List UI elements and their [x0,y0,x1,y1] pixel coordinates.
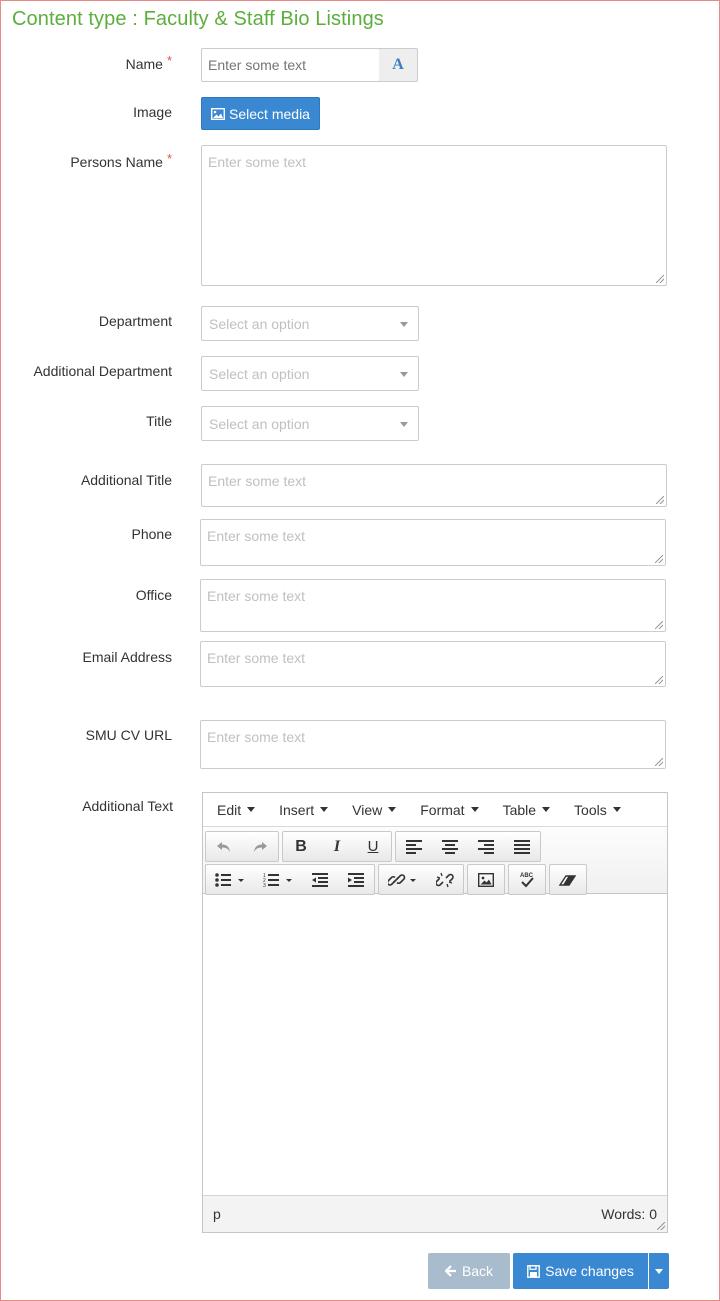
align-center-icon[interactable] [432,832,468,861]
align-right-icon[interactable] [468,832,504,861]
resize-grip[interactable] [657,1222,665,1230]
menu-tools[interactable]: Tools [564,802,631,818]
outdent-icon[interactable] [302,865,338,894]
chevron-down-icon [655,1269,663,1274]
redo-icon[interactable] [242,832,278,861]
word-count: Words: 0 [601,1206,657,1222]
additional-department-select[interactable]: Select an option [201,356,419,391]
name-input[interactable] [201,48,380,82]
chevron-down-icon [247,807,256,812]
chevron-down-icon [400,421,408,427]
arrow-left-icon [444,1265,457,1277]
editor-content-area[interactable] [203,894,667,1195]
underline-icon[interactable]: U [355,832,391,861]
rich-text-editor: Edit Insert View Format Table Tools B I … [202,792,668,1233]
title-label: Title [146,413,172,429]
align-justify-icon[interactable] [504,832,540,861]
back-button[interactable]: Back [428,1253,510,1289]
resize-grip[interactable] [655,555,663,563]
menu-view[interactable]: View [342,802,406,818]
font-icon[interactable]: A [379,48,418,82]
chevron-down-icon [612,807,621,812]
menu-table[interactable]: Table [493,802,560,818]
office-label: Office [135,587,172,603]
office-textarea[interactable]: Enter some text [200,579,666,632]
select-media-button[interactable]: Select media [201,97,320,130]
editor-statusbar: p Words: 0 [203,1195,667,1232]
svg-text:3: 3 [263,883,266,888]
required-mark: * [166,151,172,166]
image-label: Image [133,104,172,120]
department-select[interactable]: Select an option [201,306,419,341]
numbered-list-icon[interactable]: 123 [254,865,302,894]
image-icon[interactable] [468,865,504,894]
persons-name-label: Persons Name * [70,151,172,170]
persons-name-textarea[interactable]: Enter some text [201,145,667,286]
additional-title-textarea[interactable]: Enter some text [201,464,667,507]
eraser-icon[interactable] [550,865,586,894]
save-icon [527,1264,541,1278]
chevron-down-icon [542,807,551,812]
menu-format[interactable]: Format [410,802,488,818]
undo-icon[interactable] [206,832,242,861]
chevron-down-icon [400,321,408,327]
resize-grip[interactable] [655,621,663,629]
resize-grip[interactable] [656,275,664,283]
chevron-down-icon [320,807,329,812]
additional-text-label: Additional Text [82,798,173,814]
bullet-list-icon[interactable] [206,865,254,894]
spellcheck-icon[interactable]: ABC [509,865,545,894]
resize-grip[interactable] [655,676,663,684]
menu-edit[interactable]: Edit [207,802,265,818]
email-label: Email Address [82,649,172,665]
menu-insert[interactable]: Insert [269,802,338,818]
align-left-icon[interactable] [396,832,432,861]
italic-icon[interactable]: I [319,832,355,861]
resize-grip[interactable] [655,758,663,766]
indent-icon[interactable] [338,865,374,894]
cv-url-label: SMU CV URL [85,727,172,743]
save-options-dropdown[interactable] [649,1253,669,1289]
phone-label: Phone [131,526,172,542]
chevron-down-icon [388,807,397,812]
department-label: Department [98,313,172,329]
chevron-down-icon [400,371,408,377]
editor-toolbar: B I U 1 2 3 ABC [203,827,667,895]
editor-menubar: Edit Insert View Format Table Tools [203,793,667,827]
phone-textarea[interactable]: Enter some text [200,519,666,566]
required-mark: * [166,53,172,68]
additional-title-label: Additional Title [80,472,172,488]
resize-grip[interactable] [656,496,664,504]
save-changes-button[interactable]: Save changes [513,1253,648,1289]
link-icon[interactable] [379,865,427,894]
unlink-icon[interactable] [427,865,463,894]
email-textarea[interactable]: Enter some text [200,641,666,687]
chevron-down-icon [470,807,479,812]
image-icon [211,107,226,120]
cv-url-textarea[interactable]: Enter some text [200,720,666,769]
page-title: Content type : Faculty & Staff Bio Listi… [12,8,384,30]
element-path[interactable]: p [213,1206,221,1222]
additional-department-label: Additional Department [33,363,172,379]
title-select[interactable]: Select an option [201,406,419,441]
bold-icon[interactable]: B [283,832,319,861]
name-label: Name * [125,53,172,72]
